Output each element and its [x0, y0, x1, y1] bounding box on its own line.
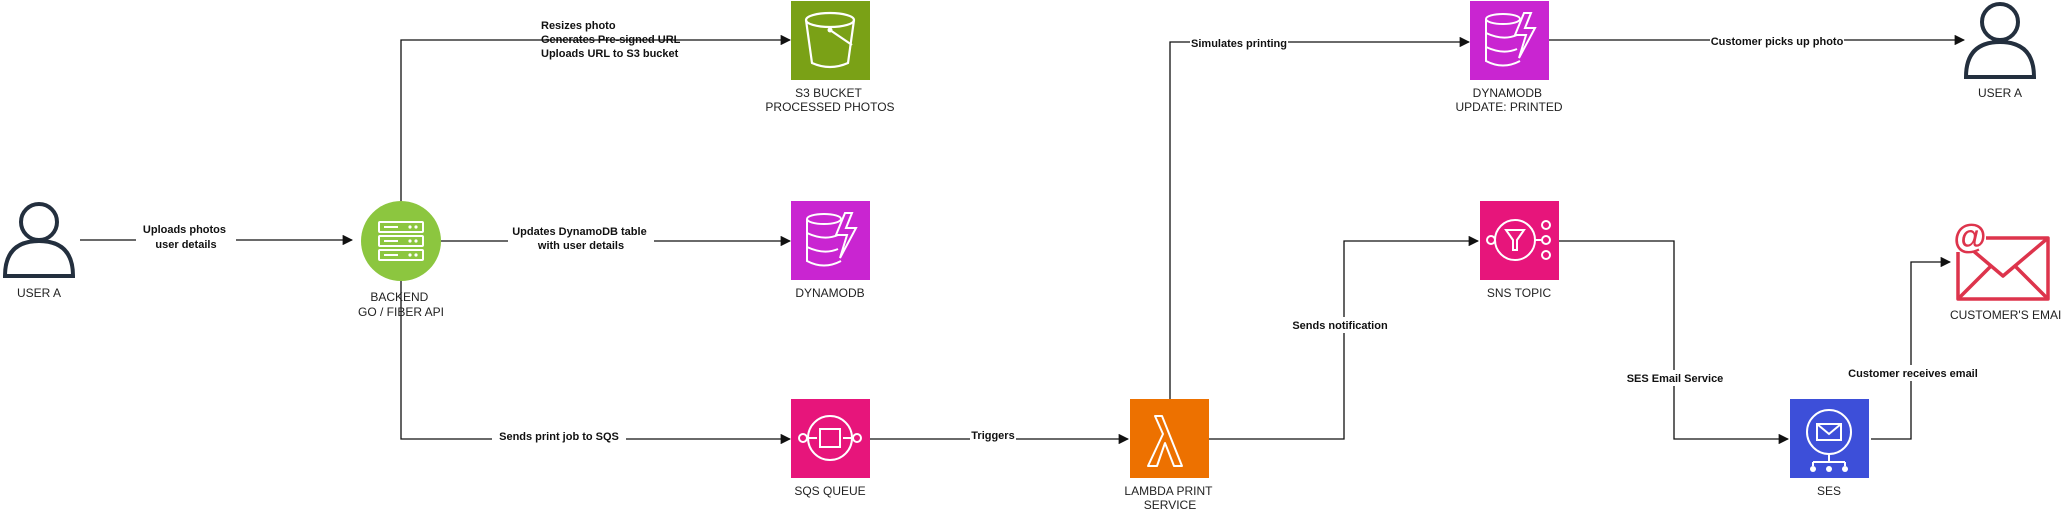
node-sqs[interactable]: SQS QUEUE [791, 399, 870, 498]
node-label: BACKEND GO / FIBER API [358, 290, 444, 319]
node-label: SES [1817, 484, 1841, 498]
node-label: DYNAMODB UPDATE: PRINTED [1455, 86, 1562, 114]
user-icon [2, 202, 76, 278]
node-s3[interactable]: S3 BUCKET PROCESSED PHOTOS [765, 1, 895, 114]
edge-receives [1871, 256, 1952, 440]
sns-topic-icon [1480, 201, 1559, 280]
dynamodb-icon [1470, 1, 1549, 80]
node-label: S3 BUCKET PROCESSED PHOTOS [765, 86, 894, 114]
server-icon [361, 201, 441, 281]
edge-label-sqs: Sends print job to SQS [499, 431, 619, 443]
edge-label-pickup: Customer picks up photo [1711, 36, 1844, 48]
node-label: SQS QUEUE [794, 484, 865, 498]
svg-text:@: @ [1953, 218, 1986, 256]
email-icon: @ [1953, 218, 2050, 301]
node-lambda[interactable]: LAMBDA PRINT SERVICE [1124, 399, 1215, 512]
edge-notify [1209, 235, 1480, 440]
node-dynamodb-printed[interactable]: DYNAMODB UPDATE: PRINTED [1455, 1, 1563, 114]
edge-ses-service [1559, 240, 1790, 445]
lambda-icon [1130, 399, 1209, 478]
dynamodb-icon [791, 201, 870, 280]
s3-bucket-icon [791, 1, 870, 80]
node-label: USER A [1978, 86, 2022, 100]
edge-to-sqs [400, 281, 792, 445]
node-dynamodb[interactable]: DYNAMODB [791, 201, 870, 300]
node-email[interactable]: @ CUSTOMER'S EMAIL [1950, 218, 2061, 322]
node-sns[interactable]: SNS TOPIC [1480, 201, 1559, 300]
node-label: LAMBDA PRINT SERVICE [1124, 484, 1215, 512]
edge-label-ses-service: SES Email Service [1627, 373, 1724, 385]
edge-label-s3: Resizes photo Generates Pre-signed URL U… [541, 20, 683, 60]
node-label: CUSTOMER'S EMAIL [1950, 308, 2061, 322]
node-user-a-left[interactable]: USER A [2, 202, 76, 300]
node-backend[interactable]: BACKEND GO / FIBER API [358, 201, 444, 319]
edge-label-simulates: Simulates printing [1191, 38, 1287, 50]
node-user-a-right[interactable]: USER A [1963, 2, 2037, 100]
sqs-icon [791, 399, 870, 478]
edge-to-s3 [400, 34, 792, 201]
node-label: USER A [17, 286, 61, 300]
ses-icon [1790, 399, 1869, 478]
node-label: DYNAMODB [795, 286, 864, 300]
user-icon [1963, 2, 2037, 79]
edge-label-receives: Customer receives email [1848, 368, 1978, 380]
edge-label-notify: Sends notification [1292, 320, 1388, 332]
edge-label-triggers: Triggers [971, 430, 1014, 442]
node-ses[interactable]: SES [1790, 399, 1869, 498]
node-label: SNS TOPIC [1487, 286, 1552, 300]
edge-simulates [1169, 36, 1471, 399]
architecture-diagram: Uploads photos user details Resizes phot… [2, 1, 2061, 512]
